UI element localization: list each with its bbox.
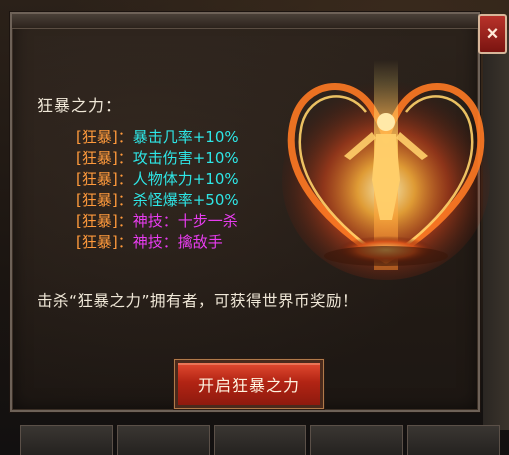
background-slot — [116, 425, 210, 455]
attribute-row: [狂暴]：神技：十步一杀 — [76, 211, 239, 232]
attribute-tag: [狂暴] — [76, 212, 118, 230]
background-slot — [310, 425, 404, 455]
attribute-row: [狂暴]：暴击几率+10% — [76, 127, 239, 148]
attribute-tag: [狂暴] — [76, 128, 118, 146]
attribute-colon: ： — [117, 170, 133, 188]
attribute-tag: [狂暴] — [76, 191, 118, 209]
background-slot-bar — [20, 425, 500, 455]
close-button[interactable]: × — [478, 14, 507, 54]
background-slot — [20, 425, 113, 455]
attribute-row: [狂暴]：攻击伤害+10% — [76, 148, 239, 169]
game-scene: × 狂暴之力： [狂暴]：暴击几率+10% [狂暴]：攻击伤害+10% [狂暴]… — [0, 0, 509, 455]
attribute-value: 暴击几率+10% — [132, 128, 239, 146]
attribute-colon: ： — [117, 128, 133, 146]
attribute-colon: ： — [117, 191, 133, 209]
attribute-colon: ： — [117, 149, 133, 167]
activate-berserk-button[interactable]: 开启狂暴之力 — [174, 359, 324, 409]
attribute-value: 杀怪爆率+50% — [132, 191, 239, 209]
attribute-tag: [狂暴] — [76, 170, 118, 188]
background-slot — [213, 425, 307, 455]
attribute-tag: [狂暴] — [76, 233, 118, 251]
attribute-list: [狂暴]：暴击几率+10% [狂暴]：攻击伤害+10% [狂暴]：人物体力+10… — [76, 127, 239, 253]
activate-berserk-label: 开启狂暴之力 — [197, 376, 300, 395]
attribute-value: 神技：十步一杀 — [132, 212, 238, 230]
dialog-title: 狂暴之力： — [37, 96, 123, 115]
attribute-row: [狂暴]：人物体力+10% — [76, 169, 239, 190]
attribute-row: [狂暴]：神技：擒敌手 — [76, 232, 239, 253]
attribute-row: [狂暴]：杀怪爆率+50% — [76, 190, 239, 211]
attribute-colon: ： — [117, 212, 133, 230]
attribute-value: 神技：擒敌手 — [132, 233, 223, 251]
background-slot — [407, 425, 500, 455]
reward-description: 击杀“狂暴之力”拥有者，可获得世界币奖励！ — [37, 292, 359, 310]
attribute-colon: ： — [117, 233, 133, 251]
attribute-value: 人物体力+10% — [132, 170, 239, 188]
attribute-value: 攻击伤害+10% — [132, 149, 239, 167]
close-icon: × — [486, 22, 499, 45]
flaming-figure-emblem — [282, 60, 490, 280]
attribute-tag: [狂暴] — [76, 149, 118, 167]
